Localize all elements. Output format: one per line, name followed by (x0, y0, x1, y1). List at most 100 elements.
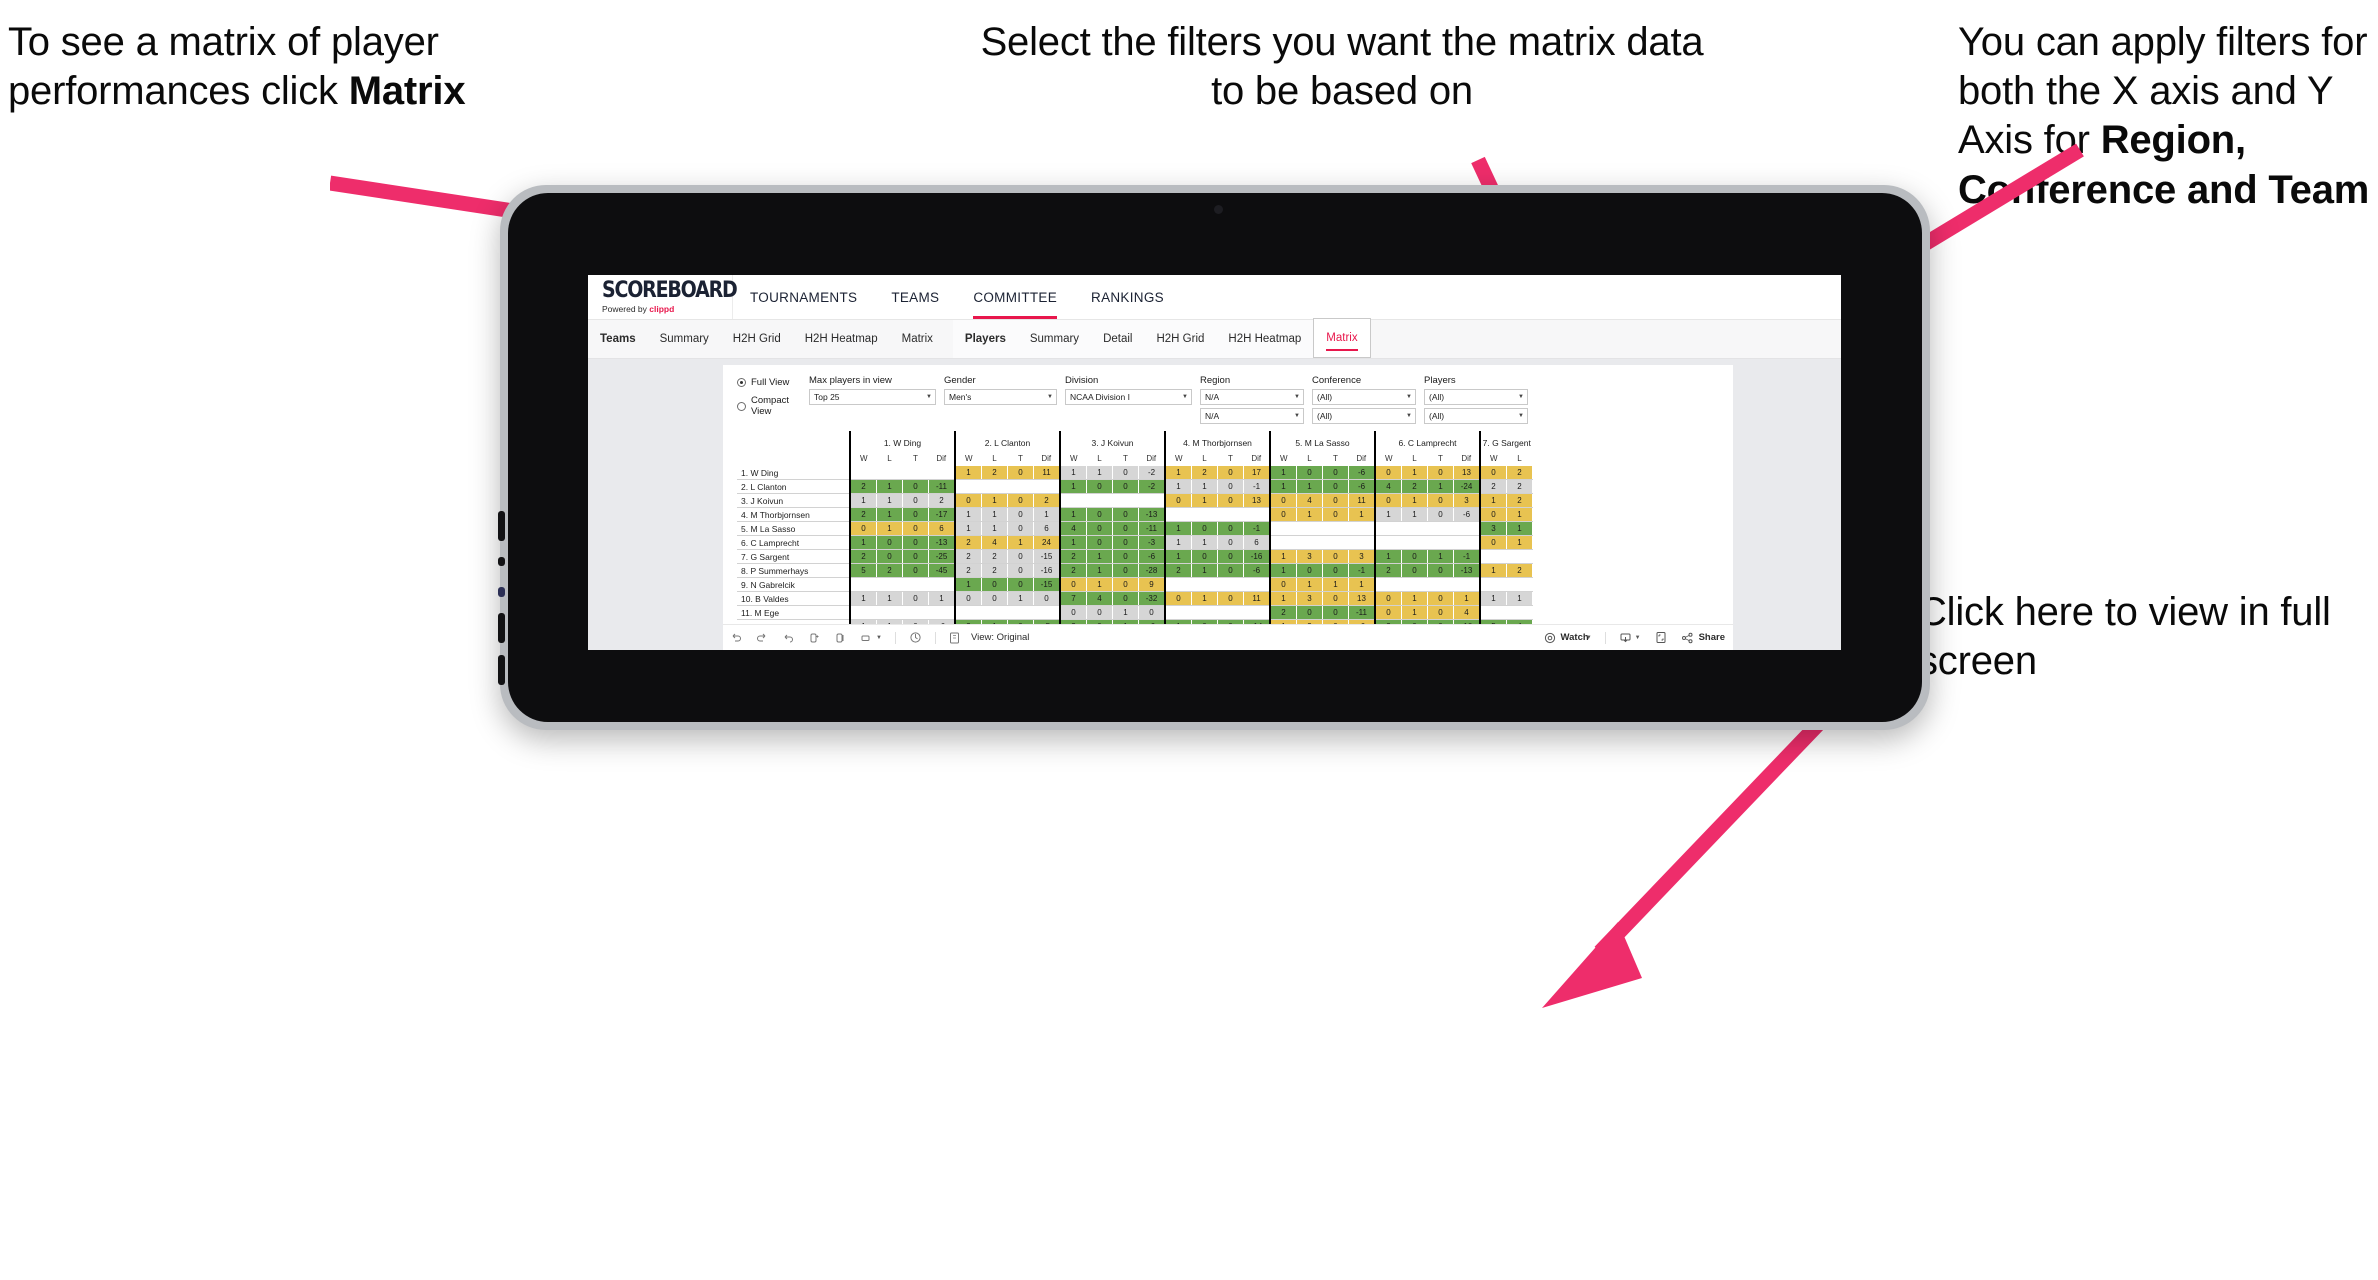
matrix-cell[interactable]: 0 (902, 591, 929, 606)
matrix-cell[interactable]: 1 (1112, 605, 1139, 620)
matrix-cell[interactable]: 4 (1086, 591, 1113, 606)
redo-icon[interactable] (756, 632, 768, 644)
matrix-cell[interactable]: 1 (1401, 605, 1428, 620)
matrix-cell[interactable]: 1 (876, 479, 903, 494)
matrix-cell[interactable]: 0 (1269, 507, 1297, 522)
matrix-cell[interactable]: 0 (1112, 507, 1139, 522)
matrix-cell[interactable] (902, 466, 929, 480)
matrix-cell[interactable] (1296, 521, 1323, 536)
matrix-cell[interactable]: 1 (1506, 591, 1533, 606)
tab-players[interactable]: Players (953, 320, 1018, 358)
matrix-cell[interactable]: 1 (1401, 493, 1428, 508)
matrix-cell[interactable]: 1 (1427, 479, 1454, 494)
matrix-cell[interactable] (1506, 549, 1533, 564)
matrix-cell[interactable]: 0 (1033, 591, 1061, 606)
matrix-cell[interactable]: 0 (1112, 563, 1139, 578)
matrix-cell[interactable]: 0 (1374, 605, 1402, 620)
matrix-cell[interactable]: 1 (1401, 466, 1428, 480)
matrix-cell[interactable]: -13 (1453, 563, 1481, 578)
matrix-cell[interactable]: 0 (1086, 535, 1113, 550)
tab-teams-h2h-heatmap[interactable]: H2H Heatmap (793, 320, 890, 358)
matrix-cell[interactable]: 0 (902, 493, 929, 508)
radio-compact-view[interactable]: Compact View (737, 395, 809, 417)
matrix-cell[interactable] (1374, 521, 1402, 536)
matrix-cell[interactable]: 1 (1479, 563, 1507, 578)
table-row[interactable]: 10. B Valdes 1 1 0 1 0 0 1 0 7 4 0 -32 0 1 0 11 1 3 0 13 0 1 0 1… (737, 591, 1533, 606)
matrix-cell[interactable]: 1 (954, 521, 982, 536)
slower-icon[interactable] (909, 631, 922, 644)
matrix-cell[interactable]: 0 (1296, 605, 1323, 620)
matrix-cell[interactable]: 7 (1059, 591, 1087, 606)
select-conference-x[interactable]: (All) ▼ (1312, 389, 1416, 405)
matrix-cell[interactable]: 4 (1059, 521, 1087, 536)
matrix-cell[interactable]: 0 (1401, 549, 1428, 564)
matrix-cell[interactable]: 1 (1269, 591, 1297, 606)
matrix-cell[interactable]: 1 (1401, 507, 1428, 522)
matrix-cell[interactable]: 1 (1164, 521, 1192, 536)
matrix-cell[interactable]: 2 (1164, 563, 1192, 578)
matrix-cell[interactable]: 1 (1296, 507, 1323, 522)
matrix-cell[interactable]: 4 (981, 535, 1008, 550)
matrix-cell[interactable] (1217, 577, 1244, 592)
nav-item-teams[interactable]: TEAMS (874, 275, 956, 319)
select-region-x[interactable]: N/A ▼ (1200, 389, 1304, 405)
matrix-cell[interactable] (1217, 507, 1244, 522)
matrix-cell[interactable] (902, 577, 929, 592)
matrix-cell[interactable] (849, 605, 877, 620)
matrix-cell[interactable]: 0 (1479, 535, 1507, 550)
table-row[interactable]: 3. J Koivun 1 1 0 2 0 1 0 2 0 1 0 13 0 4 0 11 0 1 0 3 1 2 (737, 493, 1533, 508)
nav-item-tournaments[interactable]: TOURNAMENTS (733, 275, 874, 319)
revert-icon[interactable] (782, 632, 794, 644)
matrix-cell[interactable]: 0 (1086, 605, 1113, 620)
matrix-cell[interactable] (1427, 577, 1454, 592)
matrix-cell[interactable]: 0 (902, 535, 929, 550)
matrix-cell[interactable]: 2 (1506, 493, 1533, 508)
matrix-cell[interactable]: 1 (1322, 577, 1349, 592)
matrix-cell[interactable]: 0 (1427, 591, 1454, 606)
matrix-cell[interactable] (928, 605, 956, 620)
matrix-cell[interactable]: 2 (1506, 479, 1533, 494)
matrix-cell[interactable]: 0 (954, 591, 982, 606)
matrix-cell[interactable] (1322, 535, 1349, 550)
matrix-cell[interactable]: 1 (1427, 549, 1454, 564)
table-row[interactable]: 11. M Ege 0 0 1 0 2 0 0 -11 0 1 0 4 (737, 605, 1533, 620)
matrix-cell[interactable] (1479, 549, 1507, 564)
matrix-cell[interactable]: 0 (1322, 507, 1349, 522)
matrix-cell[interactable] (1296, 535, 1323, 550)
matrix-cell[interactable]: 1 (1374, 507, 1402, 522)
matrix-cell[interactable]: 0 (1007, 563, 1034, 578)
matrix-cell[interactable]: 2 (1033, 493, 1061, 508)
matrix-cell[interactable]: 0 (1112, 591, 1139, 606)
matrix-cell[interactable] (1164, 605, 1192, 620)
matrix-cell[interactable]: 0 (1191, 521, 1218, 536)
matrix-cell[interactable]: 17 (1243, 466, 1271, 480)
matrix-cell[interactable]: -45 (928, 563, 956, 578)
matrix-cell[interactable]: 0 (981, 577, 1008, 592)
side-button[interactable] (498, 613, 505, 643)
matrix-cell[interactable] (1269, 521, 1297, 536)
matrix-cell[interactable]: 0 (1296, 563, 1323, 578)
matrix-cell[interactable]: 13 (1243, 493, 1271, 508)
matrix-cell[interactable]: 1 (876, 521, 903, 536)
share-label[interactable]: Share (1699, 632, 1725, 643)
matrix-cell[interactable]: 1 (1086, 577, 1113, 592)
matrix-cell[interactable]: 0 (1138, 605, 1166, 620)
table-row[interactable]: 5. M La Sasso 0 1 0 6 1 1 0 6 4 0 0 -11 1 0 0 -1 3 1 (737, 521, 1533, 536)
matrix-cell[interactable]: 0 (1217, 549, 1244, 564)
matrix-cell[interactable] (981, 605, 1008, 620)
matrix-cell[interactable]: 0 (1374, 493, 1402, 508)
matrix-cell[interactable] (1348, 521, 1376, 536)
matrix-cell[interactable]: 1 (954, 577, 982, 592)
matrix-cell[interactable] (1243, 577, 1271, 592)
matrix-cell[interactable]: -11 (1138, 521, 1166, 536)
matrix-scroll-area[interactable]: 1. W Ding 2. L Clanton 3. J Koivun 4. M Tho… (723, 431, 1733, 631)
matrix-cell[interactable]: 0 (902, 521, 929, 536)
matrix-cell[interactable]: 0 (1322, 493, 1349, 508)
matrix-cell[interactable]: 0 (876, 549, 903, 564)
matrix-cell[interactable]: 0 (1322, 549, 1349, 564)
matrix-cell[interactable]: 0 (1374, 466, 1402, 480)
matrix-cell[interactable] (1164, 507, 1192, 522)
matrix-cell[interactable]: 2 (849, 507, 877, 522)
matrix-cell[interactable] (1374, 577, 1402, 592)
matrix-cell[interactable]: 2 (1506, 466, 1533, 480)
